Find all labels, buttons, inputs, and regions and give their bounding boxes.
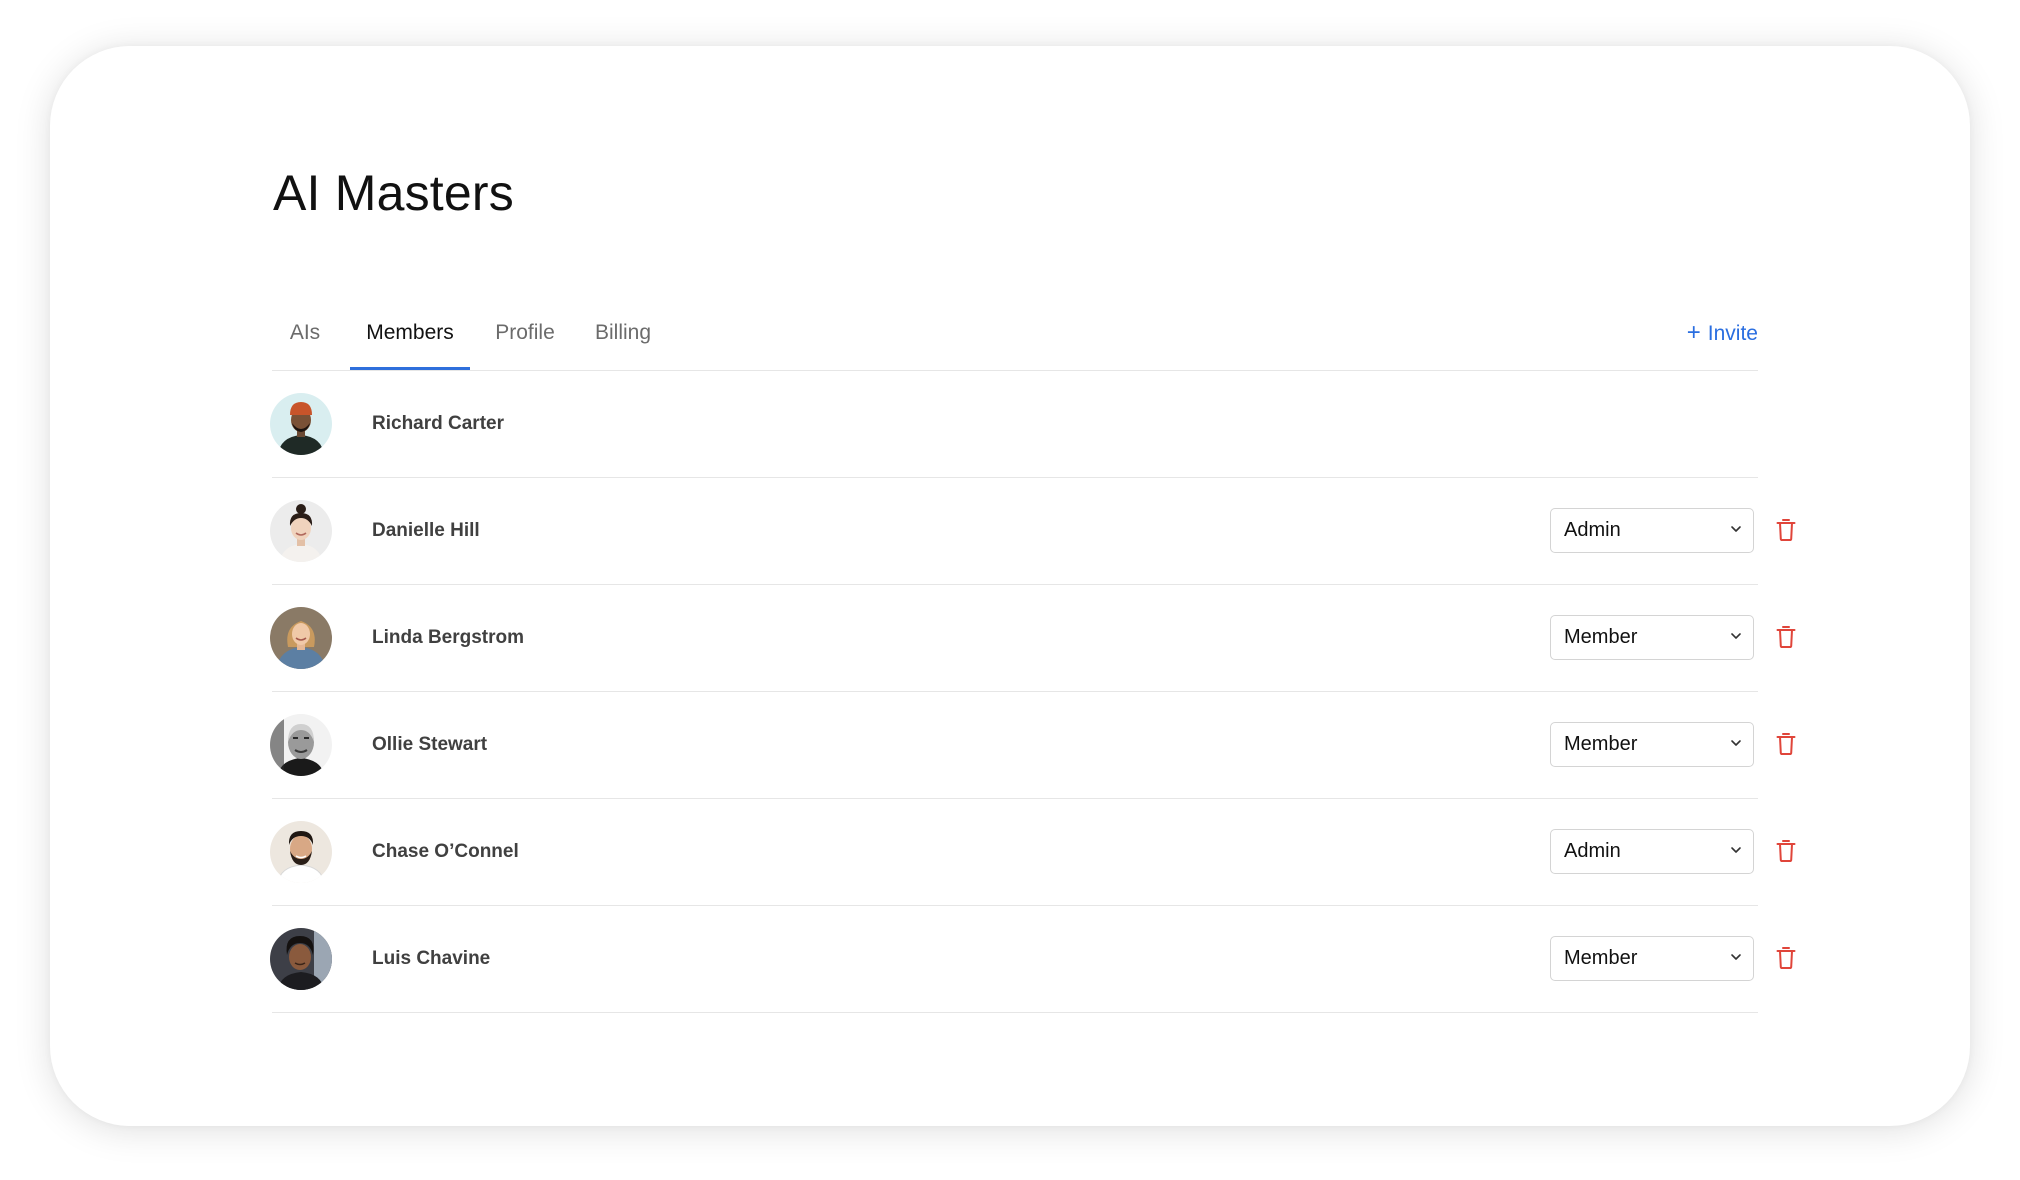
member-name: Linda Bergstrom xyxy=(372,627,525,648)
tab-billing[interactable]: Billing xyxy=(576,308,670,370)
trash-icon[interactable] xyxy=(1776,946,1796,970)
member-name: Ollie Stewart xyxy=(372,734,488,755)
page-title: AI Masters xyxy=(273,165,514,221)
chevron-down-icon xyxy=(1731,847,1741,853)
plus-icon: + xyxy=(1686,319,1701,346)
trash-icon[interactable] xyxy=(1776,839,1796,863)
app-window: AI Masters AIs Members Profile Billing +… xyxy=(50,46,1970,1126)
avatar xyxy=(270,821,332,883)
member-row: Ollie Stewart Member xyxy=(270,692,1796,799)
role-value: Member xyxy=(1564,947,1638,969)
avatar xyxy=(270,607,332,669)
invite-button[interactable]: + Invite xyxy=(1687,308,1758,358)
member-row: Luis Chavine Member xyxy=(270,906,1796,1013)
chevron-down-icon xyxy=(1731,526,1741,532)
role-value: Member xyxy=(1564,733,1638,755)
avatar xyxy=(270,393,332,455)
invite-label: Invite xyxy=(1707,322,1758,345)
trash-icon[interactable] xyxy=(1776,625,1796,649)
chevron-down-icon xyxy=(1731,954,1741,960)
role-select[interactable]: Admin xyxy=(1550,508,1754,553)
member-row: Linda Bergstrom Member xyxy=(270,585,1796,692)
role-value: Admin xyxy=(1564,840,1621,862)
avatar xyxy=(270,714,332,776)
members-list: Richard Carter Danielle Hill Admin Linda… xyxy=(270,371,1796,1013)
member-name: Richard Carter xyxy=(372,413,504,434)
member-row: Chase O’Connel Admin xyxy=(270,799,1796,906)
avatar xyxy=(270,928,332,990)
member-row: Danielle Hill Admin xyxy=(270,478,1796,585)
member-row: Richard Carter xyxy=(270,371,1758,478)
avatar xyxy=(270,500,332,562)
trash-icon[interactable] xyxy=(1776,732,1796,756)
role-value: Member xyxy=(1564,626,1638,648)
role-value: Admin xyxy=(1564,519,1621,541)
tab-ais[interactable]: AIs xyxy=(272,308,338,370)
role-select[interactable]: Member xyxy=(1550,615,1754,660)
chevron-down-icon xyxy=(1731,740,1741,746)
tab-bar: AIs Members Profile Billing + Invite xyxy=(272,308,1758,371)
chevron-down-icon xyxy=(1731,633,1741,639)
trash-icon[interactable] xyxy=(1776,518,1796,542)
role-select[interactable]: Member xyxy=(1550,936,1754,981)
role-select[interactable]: Admin xyxy=(1550,829,1754,874)
member-name: Luis Chavine xyxy=(372,948,491,969)
member-name: Danielle Hill xyxy=(372,520,480,541)
tab-members[interactable]: Members xyxy=(350,308,470,370)
tab-profile[interactable]: Profile xyxy=(484,308,566,370)
member-name: Chase O’Connel xyxy=(372,841,519,862)
role-select[interactable]: Member xyxy=(1550,722,1754,767)
